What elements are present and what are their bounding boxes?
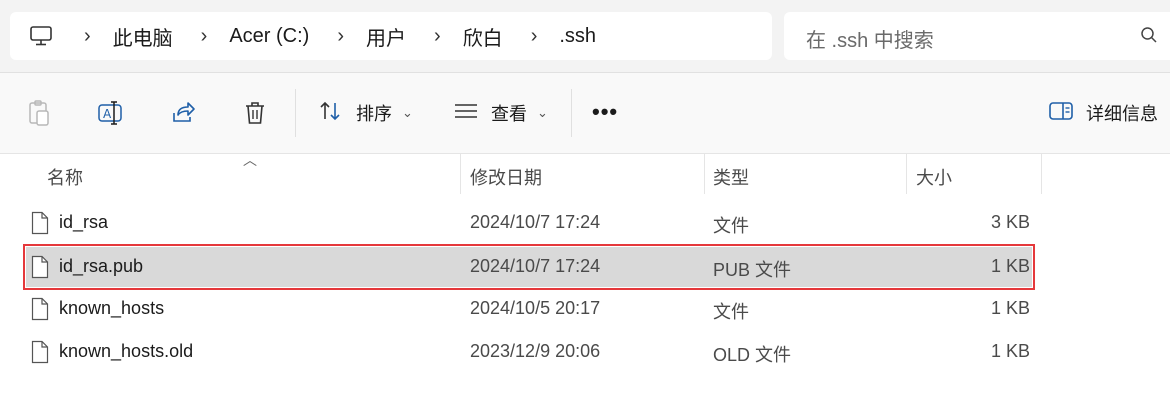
breadcrumb-user-folder[interactable]: 欣白	[463, 22, 503, 51]
file-date: 2024/10/7 17:24	[470, 256, 601, 276]
toolbar-divider	[571, 89, 572, 137]
breadcrumb-users[interactable]: 用户	[366, 22, 406, 51]
paste-icon[interactable]	[25, 99, 53, 127]
column-header-name[interactable]: 名称	[47, 164, 83, 190]
file-size: 1 KB	[990, 298, 1030, 318]
chevron-down-icon: ⌄	[537, 105, 548, 120]
file-type: 文件	[713, 302, 749, 322]
file-icon	[31, 211, 49, 240]
file-type: 文件	[713, 216, 749, 236]
file-list: ︿ 名称 修改日期 类型 大小 id_rsa 2024/10/7 17:24 文…	[0, 152, 1170, 416]
column-divider[interactable]	[704, 154, 705, 194]
file-size: 1 KB	[990, 341, 1030, 361]
file-name: id_rsa.pub	[59, 256, 144, 276]
share-icon[interactable]	[169, 99, 197, 127]
file-icon	[31, 297, 49, 326]
file-icon	[31, 340, 49, 369]
file-row[interactable]: id_rsa 2024/10/7 17:24 文件 3 KB	[26, 203, 1032, 243]
details-pane-icon	[1048, 101, 1074, 126]
rename-icon[interactable]: A	[97, 99, 125, 127]
breadcrumb-chevron-icon[interactable]: ›	[434, 26, 441, 46]
chevron-down-icon: ⌄	[402, 105, 413, 120]
breadcrumb-this-pc[interactable]: 此电脑	[113, 22, 173, 51]
file-date: 2024/10/5 20:17	[470, 298, 601, 318]
file-type: OLD 文件	[713, 345, 792, 365]
column-header-size[interactable]: 大小	[916, 164, 952, 190]
address-bar[interactable]: › 此电脑 › Acer (C:) › 用户 › 欣白 › .ssh	[10, 12, 772, 60]
file-date: 2024/10/7 17:24	[470, 212, 601, 232]
file-row[interactable]: known_hosts 2024/10/5 20:17 文件 1 KB	[26, 289, 1032, 329]
column-header-date[interactable]: 修改日期	[470, 164, 542, 190]
view-button[interactable]: 查看 ⌄	[453, 95, 548, 131]
file-name: known_hosts	[59, 298, 165, 318]
sort-button[interactable]: 排序 ⌄	[318, 95, 413, 131]
file-type: PUB 文件	[713, 260, 792, 280]
breadcrumb-drive-c[interactable]: Acer (C:)	[229, 25, 309, 48]
file-date: 2023/12/9 20:06	[470, 341, 601, 361]
file-size: 3 KB	[990, 212, 1030, 232]
file-name: id_rsa	[59, 212, 109, 232]
sort-ascending-icon: ︿	[243, 152, 257, 168]
sort-label: 排序	[356, 104, 392, 124]
command-bar: A 排序 ⌄ 查看 ⌄ ••• 详细信息	[0, 73, 1170, 154]
toolbar-divider	[295, 89, 296, 137]
file-size: 1 KB	[990, 256, 1030, 276]
file-row[interactable]: known_hosts.old 2023/12/9 20:06 OLD 文件 1…	[26, 332, 1032, 372]
breadcrumb-chevron-icon[interactable]: ›	[84, 26, 91, 46]
column-header-type[interactable]: 类型	[713, 164, 749, 190]
sort-icon	[318, 99, 344, 128]
delete-icon[interactable]	[241, 99, 269, 127]
search-input[interactable]: 在 .ssh 中搜索	[784, 12, 1170, 60]
details-label: 详细信息	[1086, 104, 1158, 124]
column-divider[interactable]	[460, 154, 461, 194]
file-row-selected[interactable]: id_rsa.pub 2024/10/7 17:24 PUB 文件 1 KB	[23, 244, 1035, 290]
breadcrumb-ssh[interactable]: .ssh	[559, 25, 596, 48]
breadcrumb-chevron-icon[interactable]: ›	[201, 26, 208, 46]
details-pane-button[interactable]: 详细信息	[1048, 95, 1158, 131]
column-divider[interactable]	[1041, 154, 1042, 194]
search-icon[interactable]	[1140, 26, 1158, 49]
more-options-button[interactable]: •••	[592, 99, 618, 125]
file-name: known_hosts.old	[59, 341, 194, 361]
computer-icon[interactable]	[26, 21, 56, 51]
file-icon	[31, 255, 49, 284]
view-label: 查看	[491, 104, 527, 124]
breadcrumb-chevron-icon[interactable]: ›	[531, 26, 538, 46]
column-header-row: ︿ 名称 修改日期 类型 大小	[0, 152, 1170, 196]
title-bar: › 此电脑 › Acer (C:) › 用户 › 欣白 › .ssh 在 .ss…	[0, 0, 1170, 73]
svg-text:A: A	[103, 107, 112, 121]
column-divider[interactable]	[906, 154, 907, 194]
view-icon	[453, 101, 479, 126]
search-placeholder: 在 .ssh 中搜索	[806, 30, 934, 52]
breadcrumb-chevron-icon[interactable]: ›	[337, 26, 344, 46]
